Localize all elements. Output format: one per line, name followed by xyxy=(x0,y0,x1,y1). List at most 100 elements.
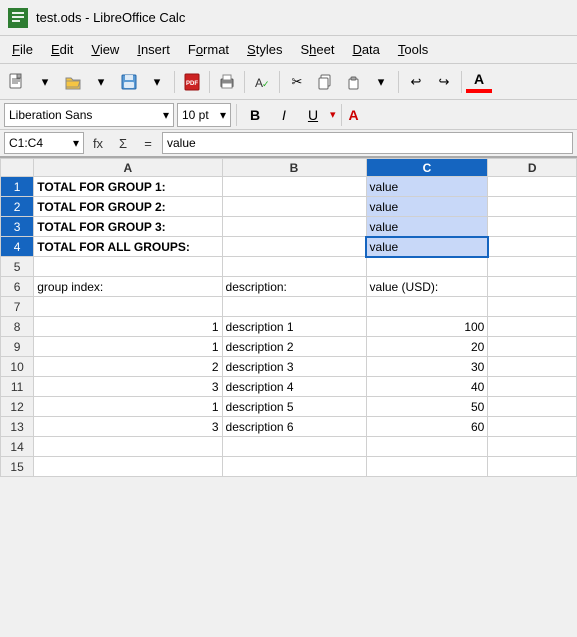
cell-b13[interactable]: description 6 xyxy=(222,417,366,437)
font-color-button-2[interactable]: A xyxy=(349,107,359,123)
cell-b14[interactable] xyxy=(222,437,366,457)
cell-b11[interactable]: description 4 xyxy=(222,377,366,397)
paste-dropdown-button[interactable]: ▾ xyxy=(368,69,394,95)
cell-b8[interactable]: description 1 xyxy=(222,317,366,337)
cell-d2[interactable] xyxy=(488,197,577,217)
spellcheck-button[interactable]: A ✓ xyxy=(249,69,275,95)
menu-edit[interactable]: Edit xyxy=(43,39,81,60)
cell-ref-box[interactable]: C1:C4 ▾ xyxy=(4,132,84,154)
cell-c14[interactable] xyxy=(366,437,488,457)
cell-a6[interactable]: group index: xyxy=(34,277,222,297)
cell-a5[interactable] xyxy=(34,257,222,277)
sum-button[interactable]: Σ xyxy=(112,132,134,154)
cell-b7[interactable] xyxy=(222,297,366,317)
cell-a8[interactable]: 1 xyxy=(34,317,222,337)
cell-c15[interactable] xyxy=(366,457,488,477)
font-size-box[interactable]: 10 pt ▾ xyxy=(177,103,231,127)
cell-d7[interactable] xyxy=(488,297,577,317)
row-hdr-5[interactable]: 5 xyxy=(1,257,34,277)
row-hdr-7[interactable]: 7 xyxy=(1,297,34,317)
cell-d13[interactable] xyxy=(488,417,577,437)
paste-button[interactable] xyxy=(340,69,366,95)
row-hdr-15[interactable]: 15 xyxy=(1,457,34,477)
cell-d1[interactable] xyxy=(488,177,577,197)
menu-sheet[interactable]: Sheet xyxy=(292,39,342,60)
print-button[interactable] xyxy=(214,69,240,95)
undo-button[interactable]: ↩ xyxy=(403,69,429,95)
cell-d10[interactable] xyxy=(488,357,577,377)
menu-format[interactable]: Format xyxy=(180,39,237,60)
formula-input[interactable] xyxy=(162,132,573,154)
menu-file[interactable]: File xyxy=(4,39,41,60)
cell-a4[interactable]: TOTAL FOR ALL GROUPS: xyxy=(34,237,222,257)
col-hdr-b[interactable]: B xyxy=(222,159,366,177)
cell-d12[interactable] xyxy=(488,397,577,417)
cell-b3[interactable] xyxy=(222,217,366,237)
menu-tools[interactable]: Tools xyxy=(390,39,436,60)
font-color-button[interactable]: A xyxy=(466,71,492,93)
cell-c5[interactable] xyxy=(366,257,488,277)
cell-b2[interactable] xyxy=(222,197,366,217)
row-hdr-10[interactable]: 10 xyxy=(1,357,34,377)
font-name-box[interactable]: Liberation Sans ▾ xyxy=(4,103,174,127)
redo-button[interactable]: ↪ xyxy=(431,69,457,95)
equals-button[interactable]: = xyxy=(137,132,159,154)
cell-a11[interactable]: 3 xyxy=(34,377,222,397)
cell-b15[interactable] xyxy=(222,457,366,477)
row-hdr-4[interactable]: 4 xyxy=(1,237,34,257)
cell-d9[interactable] xyxy=(488,337,577,357)
cell-c3[interactable]: value xyxy=(366,217,488,237)
col-hdr-c[interactable]: C xyxy=(366,159,488,177)
cell-c8[interactable]: 100 xyxy=(366,317,488,337)
cell-b5[interactable] xyxy=(222,257,366,277)
cell-b10[interactable]: description 3 xyxy=(222,357,366,377)
cell-d11[interactable] xyxy=(488,377,577,397)
cell-a7[interactable] xyxy=(34,297,222,317)
open-dropdown-button[interactable]: ▾ xyxy=(88,69,114,95)
cell-a1[interactable]: TOTAL FOR GROUP 1: xyxy=(34,177,222,197)
cell-a15[interactable] xyxy=(34,457,222,477)
cell-b1[interactable] xyxy=(222,177,366,197)
cell-d3[interactable] xyxy=(488,217,577,237)
cell-a13[interactable]: 3 xyxy=(34,417,222,437)
row-hdr-1[interactable]: 1 xyxy=(1,177,34,197)
menu-view[interactable]: View xyxy=(83,39,127,60)
cell-d4[interactable] xyxy=(488,237,577,257)
cell-c12[interactable]: 50 xyxy=(366,397,488,417)
copy-button[interactable] xyxy=(312,69,338,95)
cell-a2[interactable]: TOTAL FOR GROUP 2: xyxy=(34,197,222,217)
cell-d6[interactable] xyxy=(488,277,577,297)
bold-button[interactable]: B xyxy=(242,102,268,128)
cell-a14[interactable] xyxy=(34,437,222,457)
menu-data[interactable]: Data xyxy=(344,39,387,60)
cell-d8[interactable] xyxy=(488,317,577,337)
function-wizard-button[interactable]: fx xyxy=(87,132,109,154)
cell-d15[interactable] xyxy=(488,457,577,477)
cell-a10[interactable]: 2 xyxy=(34,357,222,377)
cell-d5[interactable] xyxy=(488,257,577,277)
cell-a9[interactable]: 1 xyxy=(34,337,222,357)
cell-d14[interactable] xyxy=(488,437,577,457)
row-hdr-9[interactable]: 9 xyxy=(1,337,34,357)
row-hdr-13[interactable]: 13 xyxy=(1,417,34,437)
row-hdr-14[interactable]: 14 xyxy=(1,437,34,457)
cell-c6[interactable]: value (USD): xyxy=(366,277,488,297)
new-button[interactable] xyxy=(4,69,30,95)
cell-c11[interactable]: 40 xyxy=(366,377,488,397)
row-hdr-2[interactable]: 2 xyxy=(1,197,34,217)
cell-c7[interactable] xyxy=(366,297,488,317)
cell-c10[interactable]: 30 xyxy=(366,357,488,377)
cell-c13[interactable]: 60 xyxy=(366,417,488,437)
menu-insert[interactable]: Insert xyxy=(129,39,178,60)
cell-c1[interactable]: value xyxy=(366,177,488,197)
cut-button[interactable]: ✂ xyxy=(284,69,310,95)
row-hdr-6[interactable]: 6 xyxy=(1,277,34,297)
new-dropdown-button[interactable]: ▾ xyxy=(32,69,58,95)
menu-styles[interactable]: Styles xyxy=(239,39,290,60)
save-button[interactable] xyxy=(116,69,142,95)
cell-c4[interactable]: value xyxy=(366,237,488,257)
row-hdr-3[interactable]: 3 xyxy=(1,217,34,237)
pdf-button[interactable]: PDF xyxy=(179,69,205,95)
row-hdr-12[interactable]: 12 xyxy=(1,397,34,417)
cell-b9[interactable]: description 2 xyxy=(222,337,366,357)
